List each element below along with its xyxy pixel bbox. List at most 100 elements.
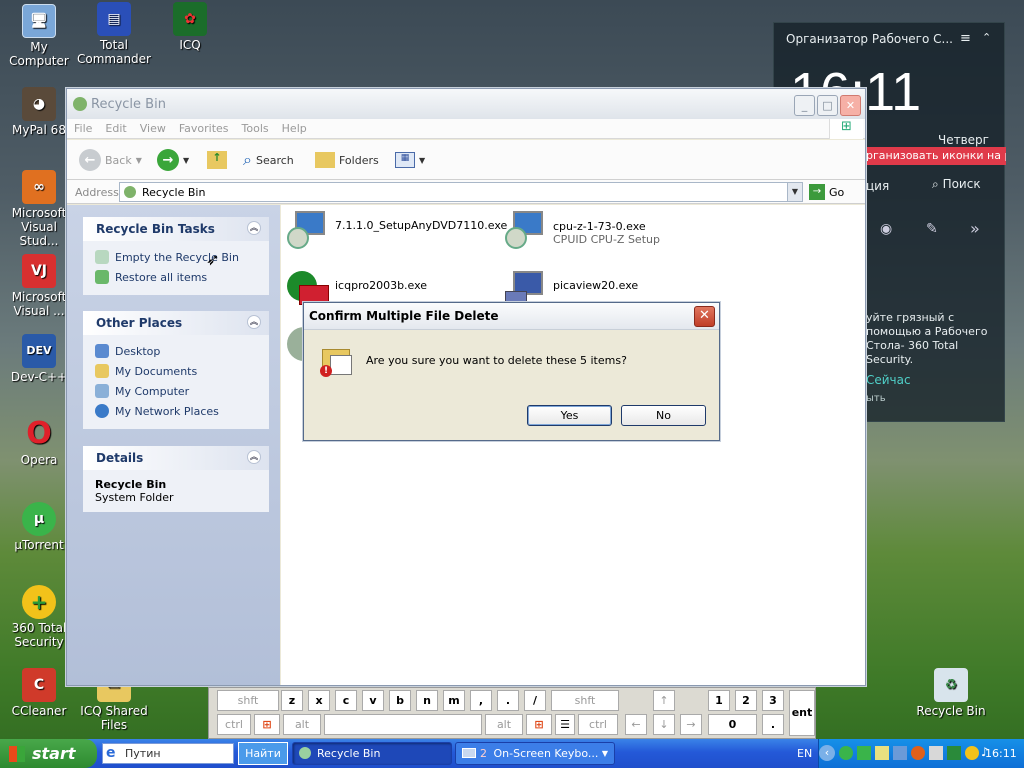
file-item[interactable]: cpu-z-1-73-0.exe CPUID CPU-Z Setup [503, 209, 660, 253]
battery-tray-icon[interactable] [875, 746, 889, 760]
quick-search-box[interactable]: e Путин [102, 743, 234, 764]
key-0[interactable]: 0 [708, 714, 757, 735]
dialog-close-button[interactable]: ✕ [694, 306, 715, 327]
file-item[interactable]: 7.1.1.0_SetupAnyDVD7110.exe [285, 209, 507, 253]
restore-all-items-link[interactable]: Restore all items [95, 267, 257, 287]
key-menu[interactable]: ☰ [555, 714, 575, 735]
collapse-icon[interactable]: ︽ [247, 450, 261, 464]
back-button[interactable]: ← Back ▼ [79, 149, 142, 171]
menu-file[interactable]: File [67, 119, 98, 135]
key-x[interactable]: x [308, 690, 330, 711]
taskbar-item-recycle-bin[interactable]: Recycle Bin [292, 742, 452, 765]
forward-button[interactable]: → ▼ [157, 149, 189, 171]
close-button[interactable]: ✕ [840, 95, 861, 116]
place-network-places-link[interactable]: My Network Places [95, 401, 257, 421]
antivirus-tray-icon[interactable] [911, 746, 925, 760]
key-alt-left[interactable]: alt [283, 714, 321, 735]
panel-header[interactable]: Other Places ︽ [83, 311, 269, 335]
gadget-hint[interactable]: ыть [866, 393, 886, 404]
window-titlebar[interactable]: Recycle Bin _ □ ✕ [67, 89, 865, 119]
key-m[interactable]: m [443, 690, 465, 711]
note-icon[interactable]: ✎ [926, 221, 938, 237]
key-slash[interactable]: / [524, 690, 546, 711]
go-button[interactable]: → Go [809, 184, 844, 200]
taskbar-item-on-screen-keyboard[interactable]: 2 On-Screen Keybo... ▼ [455, 742, 615, 765]
key-b[interactable]: b [389, 690, 411, 711]
address-input[interactable]: Recycle Bin [119, 182, 803, 202]
gadget-banner[interactable]: рганизовать иконки на раб [862, 147, 1006, 165]
language-indicator[interactable]: EN [797, 747, 812, 760]
dialog-titlebar[interactable]: Confirm Multiple File Delete ✕ [304, 303, 719, 330]
menu-tools[interactable]: Tools [235, 119, 275, 135]
views-button[interactable]: ▦ ▼ [395, 149, 425, 171]
gadget-link[interactable]: Сейчас [866, 373, 911, 387]
360-tray-icon[interactable] [965, 746, 979, 760]
eye-icon[interactable]: ◉ [880, 221, 892, 237]
menu-view[interactable]: View [133, 119, 172, 135]
up-button[interactable]: ↑ [207, 149, 227, 171]
menu-edit[interactable]: Edit [98, 119, 132, 135]
key-arrow-left[interactable]: ← [625, 714, 647, 735]
collapse-icon[interactable]: ︽ [247, 315, 261, 329]
place-my-documents-link[interactable]: My Documents [95, 361, 257, 381]
key-n[interactable]: n [416, 690, 438, 711]
key-comma[interactable]: , [470, 690, 492, 711]
tray-expand-icon[interactable]: ‹ [819, 745, 835, 761]
windows-logo-icon: ⊞ [262, 718, 272, 731]
key-arrow-right[interactable]: → [680, 714, 702, 735]
desktop-icon-total-commander[interactable]: ▤ Total Commander [75, 2, 153, 66]
key-c[interactable]: c [335, 690, 357, 711]
search-button[interactable]: ⌕ Search [243, 149, 294, 171]
computer-icon [95, 384, 109, 398]
key-space[interactable] [324, 714, 482, 735]
place-desktop-link[interactable]: Desktop [95, 341, 257, 361]
panel-title: Recycle Bin Tasks [96, 222, 215, 236]
key-z[interactable]: z [281, 690, 303, 711]
key-arrow-up[interactable]: ↑ [653, 690, 675, 711]
place-my-computer-link[interactable]: My Computer [95, 381, 257, 401]
no-button[interactable]: No [621, 405, 706, 426]
panel-header[interactable]: Recycle Bin Tasks ︽ [83, 217, 269, 241]
desktop-icon-icq[interactable]: ✿ ICQ [151, 2, 229, 52]
key-windows-right[interactable]: ⊞ [526, 714, 552, 735]
desktop-icon-recycle-bin[interactable]: ♻ Recycle Bin [912, 668, 990, 718]
collapse-icon[interactable]: ︽ [247, 221, 261, 235]
key-period[interactable]: . [497, 690, 519, 711]
key-3[interactable]: 3 [762, 690, 784, 711]
icq-tray-icon[interactable] [947, 746, 961, 760]
tray-clock[interactable]: 16:11 [985, 747, 1017, 760]
gadget-search[interactable]: ⌕ Поиск [932, 177, 981, 192]
key-shift-right[interactable]: shft [551, 690, 619, 711]
collapse-icon[interactable]: ⌃ [982, 31, 991, 44]
key-ctrl-left[interactable]: ctrl [217, 714, 251, 735]
key-1[interactable]: 1 [708, 690, 730, 711]
menu-help[interactable]: Help [275, 119, 313, 135]
key-decimal[interactable]: . [762, 714, 784, 735]
minimize-button[interactable]: _ [794, 95, 815, 116]
key-alt-right[interactable]: alt [485, 714, 523, 735]
address-dropdown-button[interactable]: ▼ [787, 182, 803, 202]
find-button[interactable]: Найти [238, 742, 288, 765]
key-arrow-down[interactable]: ↓ [653, 714, 675, 735]
shield-tray-icon[interactable] [857, 746, 871, 760]
key-windows-left[interactable]: ⊞ [254, 714, 280, 735]
folders-button[interactable]: Folders [315, 149, 379, 171]
key-ctrl-right[interactable]: ctrl [578, 714, 618, 735]
yes-button[interactable]: Yes [527, 405, 612, 426]
start-button[interactable]: start [0, 739, 97, 768]
key-shift-left[interactable]: shft [217, 690, 279, 711]
empty-recycle-bin-link[interactable]: Empty the Recycle Bin [95, 247, 257, 267]
forward-icon[interactable]: » [970, 219, 980, 238]
key-v[interactable]: v [362, 690, 384, 711]
maximize-button[interactable]: □ [817, 95, 838, 116]
menu-favorites[interactable]: Favorites [172, 119, 235, 135]
panel-header[interactable]: Details ︽ [83, 446, 269, 470]
file-name: 7.1.1.0_SetupAnyDVD7110.exe [335, 219, 508, 232]
message-tray-icon[interactable] [929, 746, 943, 760]
key-enter[interactable]: ent [789, 690, 815, 736]
key-2[interactable]: 2 [735, 690, 757, 711]
network-tray-icon[interactable] [893, 746, 907, 760]
desktop-icon-my-computer[interactable]: 🖥 My Computer [0, 4, 78, 68]
menu-icon[interactable]: ≡ [960, 31, 971, 46]
utorrent-tray-icon[interactable] [839, 746, 853, 760]
